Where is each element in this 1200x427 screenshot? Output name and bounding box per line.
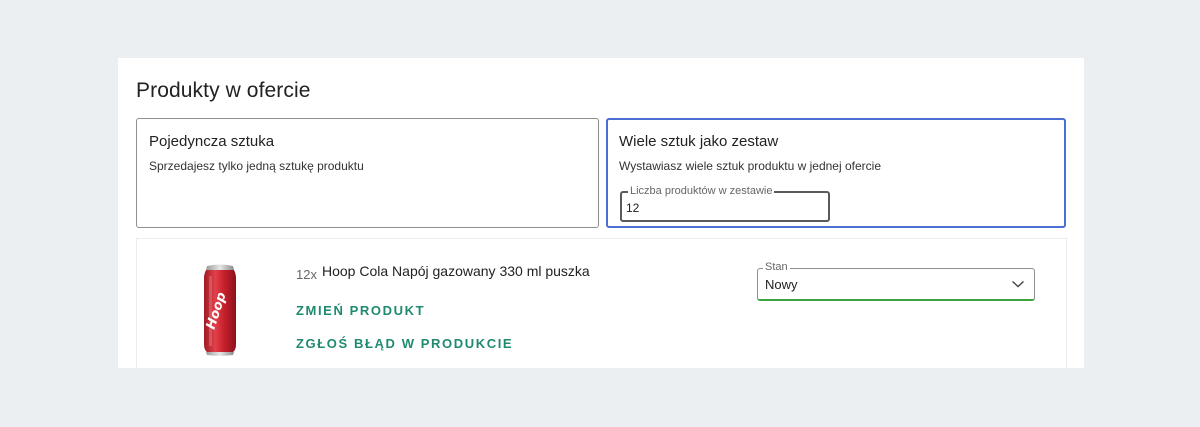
product-card: Hoop 12x Hoop Cola Napój gazowany 330 ml… [136, 238, 1067, 368]
products-panel: Produkty w ofercie Pojedyncza sztuka Spr… [118, 58, 1084, 368]
bundle-quantity-field[interactable]: Liczba produktów w zestawie [620, 185, 830, 222]
option-single-title: Pojedyncza sztuka [149, 133, 275, 150]
condition-select[interactable]: Stan Nowy [757, 261, 1035, 301]
condition-value: Nowy [765, 277, 798, 292]
section-title: Produkty w ofercie [136, 79, 311, 102]
option-bundle-description: Wystawiasz wiele sztuk produktu w jednej… [619, 159, 882, 173]
bundle-quantity-input[interactable] [626, 200, 816, 216]
condition-label: Stan [763, 261, 790, 274]
chevron-down-icon [1012, 280, 1024, 288]
option-bundle[interactable]: Wiele sztuk jako zestaw Wystawiasz wiele… [606, 118, 1066, 228]
option-single-description: Sprzedajesz tylko jedną sztukę produktu [149, 159, 364, 173]
product-name: Hoop Cola Napój gazowany 330 ml puszka [322, 263, 590, 279]
option-bundle-title: Wiele sztuk jako zestaw [619, 133, 779, 150]
report-product-error-link[interactable]: ZGŁOŚ BŁĄD W PRODUKCIE [296, 336, 513, 351]
bundle-quantity-label: Liczba produktów w zestawie [628, 185, 775, 198]
option-single-item[interactable]: Pojedyncza sztuka Sprzedajesz tylko jedn… [136, 118, 599, 228]
soda-can-icon: Hoop [204, 264, 236, 356]
change-product-link[interactable]: ZMIEŃ PRODUKT [296, 303, 425, 318]
product-quantity-prefix: 12x [296, 267, 317, 282]
